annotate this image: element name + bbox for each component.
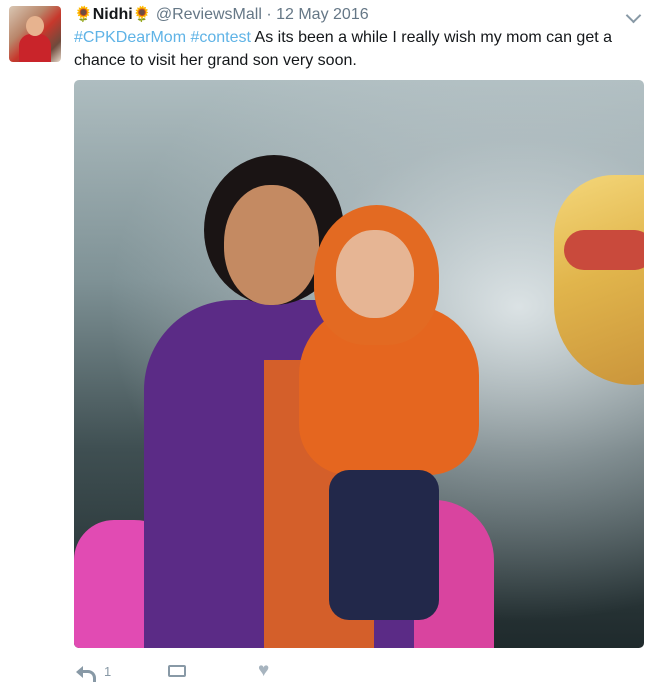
- avatar-shirt: [19, 34, 51, 62]
- sunflower-icon: 🌻: [74, 6, 93, 23]
- hashtag-link[interactable]: #CPKDearMom: [74, 29, 186, 46]
- photo-shape-mom-face: [224, 185, 319, 305]
- retweet-icon: [166, 663, 188, 677]
- hashtag-link[interactable]: #contest: [190, 29, 250, 46]
- photo-shape-lips-statue: [554, 175, 644, 385]
- chevron-down-icon[interactable]: [625, 7, 642, 24]
- retweet-button[interactable]: [166, 663, 188, 677]
- tweet-card: 🌻Nidhi🌻 @ReviewsMall · 12 May 2016 #CPKD…: [0, 0, 657, 694]
- photo-shape-kid-face: [336, 230, 414, 318]
- reply-count: 1: [104, 663, 112, 679]
- separator: ·: [266, 6, 272, 23]
- photo-shape-lips: [564, 230, 644, 270]
- heart-icon: ♥: [258, 660, 270, 681]
- tweet-header: 🌻Nidhi🌻 @ReviewsMall · 12 May 2016: [74, 4, 369, 25]
- tweet-date[interactable]: 12 May 2016: [276, 6, 369, 23]
- photo-shape-kid-legs: [329, 470, 439, 620]
- reply-button[interactable]: 1: [76, 663, 112, 682]
- sunflower-icon: 🌻: [132, 6, 152, 23]
- like-button[interactable]: ♥: [258, 660, 270, 681]
- reply-icon: [76, 663, 96, 682]
- avatar[interactable]: [9, 6, 61, 62]
- tweet-actions: 1 ♥: [74, 660, 374, 685]
- tweet-text: #CPKDearMom #contest As its been a while…: [74, 26, 634, 72]
- avatar-face: [26, 16, 44, 36]
- author-handle[interactable]: @ReviewsMall: [156, 6, 262, 23]
- author-name[interactable]: Nidhi: [93, 6, 133, 23]
- tweet-photo[interactable]: [74, 80, 644, 648]
